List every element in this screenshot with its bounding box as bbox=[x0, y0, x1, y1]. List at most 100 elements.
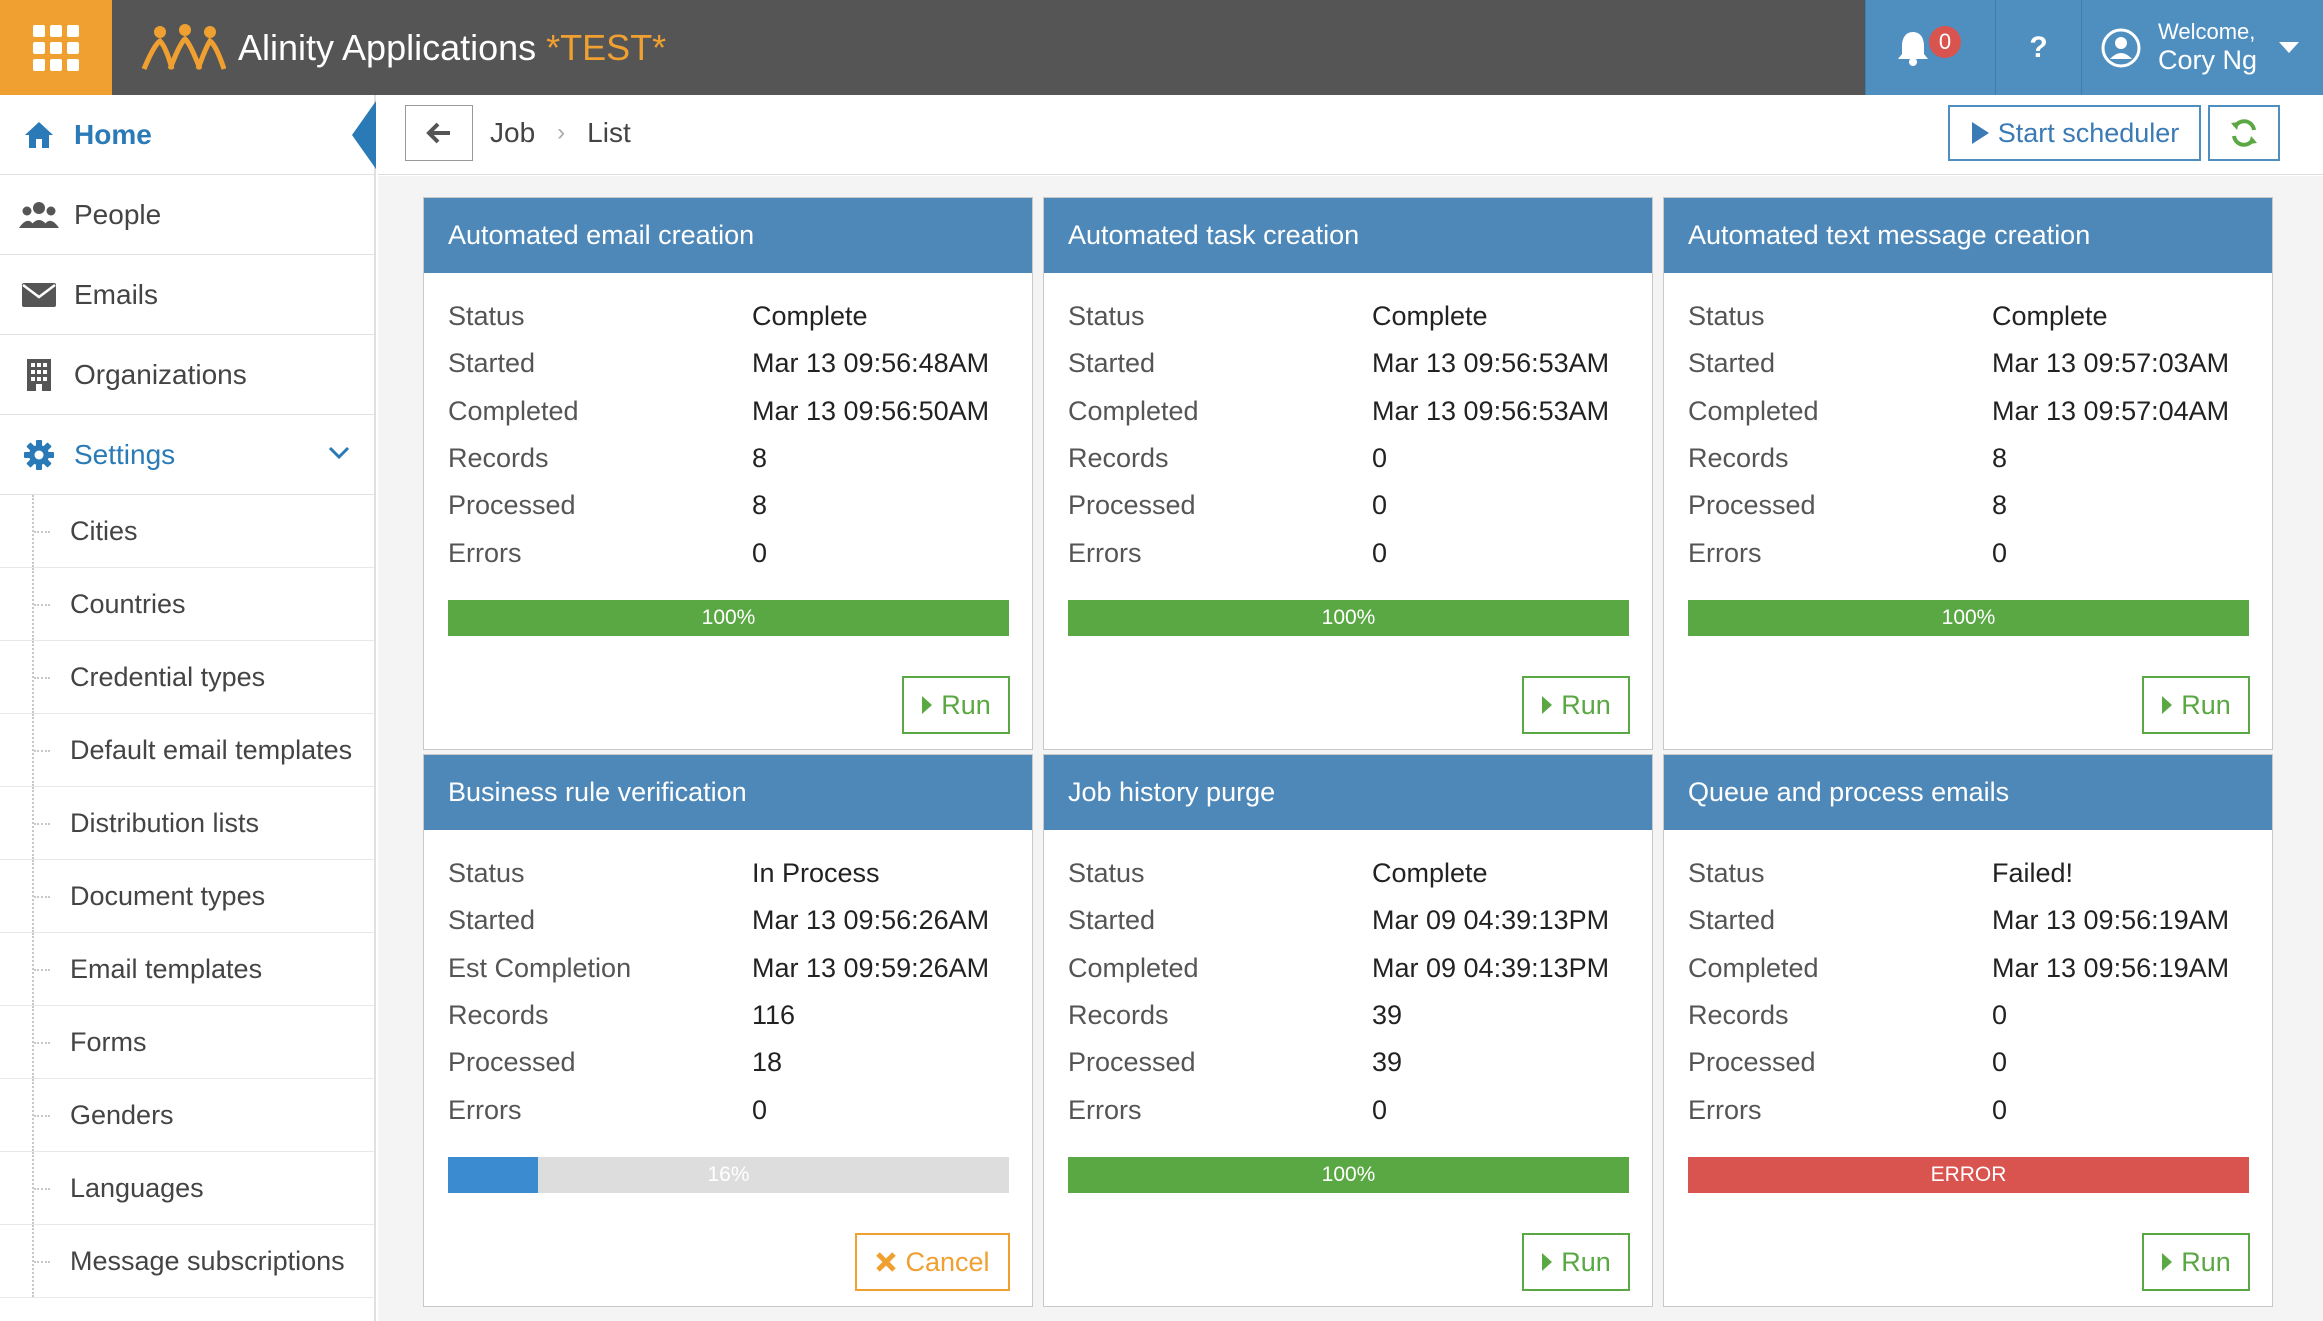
field-label: Started bbox=[1068, 905, 1156, 936]
sidebar: Home People Emails Organizations Setting… bbox=[0, 95, 376, 1321]
sidebar-subitem-genders[interactable]: Genders bbox=[0, 1079, 374, 1152]
job-field: Completed Mar 13 09:56:50AM bbox=[448, 388, 1032, 435]
job-title: Queue and process emails bbox=[1664, 755, 2272, 830]
sidebar-item-people[interactable]: People bbox=[0, 175, 374, 255]
field-value: 0 bbox=[1372, 537, 1388, 568]
field-label: Est Completion bbox=[448, 952, 632, 983]
brand[interactable]: Alinity Applications *TEST* bbox=[140, 0, 666, 95]
welcome-label: Welcome, bbox=[2158, 19, 2256, 45]
building-icon bbox=[4, 358, 74, 392]
run-button[interactable]: Run bbox=[1522, 676, 1630, 734]
sidebar-subitem-languages[interactable]: Languages bbox=[0, 1152, 374, 1225]
sidebar-item-label: Home bbox=[74, 118, 152, 150]
field-label: Processed bbox=[1688, 490, 1816, 521]
refresh-button[interactable] bbox=[2208, 105, 2280, 161]
job-field: Completed Mar 13 09:57:04AM bbox=[1688, 388, 2272, 435]
play-icon bbox=[1542, 1253, 1553, 1271]
run-label: Run bbox=[2181, 1246, 2231, 1277]
start-scheduler-label: Start scheduler bbox=[1997, 117, 2180, 148]
field-label: Status bbox=[1068, 858, 1145, 889]
sidebar-subitem-message-subscriptions[interactable]: Message subscriptions bbox=[0, 1225, 374, 1298]
run-button[interactable]: Run bbox=[2142, 676, 2250, 734]
job-field: Errors 0 bbox=[1688, 1086, 2272, 1133]
field-value: Mar 09 04:39:13PM bbox=[1372, 952, 1610, 983]
bell-icon bbox=[1897, 31, 1928, 66]
job-field: Started Mar 13 09:56:53AM bbox=[1068, 340, 1652, 387]
field-value: Mar 13 09:57:04AM bbox=[1992, 395, 2230, 426]
progress-bar: 100% bbox=[1068, 1157, 1629, 1193]
help-icon: ? bbox=[2029, 30, 2048, 64]
job-field: Errors 0 bbox=[448, 529, 1032, 576]
start-scheduler-button[interactable]: Start scheduler bbox=[1948, 105, 2201, 161]
field-label: Status bbox=[448, 301, 525, 332]
field-label: Status bbox=[1688, 858, 1765, 889]
breadcrumb-list: List bbox=[587, 117, 631, 148]
job-field: Records 0 bbox=[1068, 435, 1652, 482]
job-field: Started Mar 13 09:56:19AM bbox=[1688, 897, 2272, 944]
app-title: Alinity Applications bbox=[238, 26, 537, 68]
sidebar-item-label: People bbox=[74, 198, 162, 230]
sidebar-subitem-default-email-templates[interactable]: Default email templates bbox=[0, 714, 374, 787]
app-launcher-button[interactable] bbox=[0, 0, 112, 95]
sidebar-item-emails[interactable]: Emails bbox=[0, 255, 374, 335]
field-label: Records bbox=[1068, 1000, 1169, 1031]
sidebar-item-home[interactable]: Home bbox=[0, 95, 376, 175]
run-button[interactable]: Run bbox=[902, 676, 1010, 734]
back-button[interactable] bbox=[405, 105, 473, 161]
field-label: Completed bbox=[448, 395, 579, 426]
run-label: Run bbox=[1561, 689, 1611, 720]
sidebar-subitem-countries[interactable]: Countries bbox=[0, 568, 374, 641]
progress-bar: ERROR bbox=[1688, 1157, 2249, 1193]
job-title: Automated task creation bbox=[1044, 198, 1652, 273]
field-label: Records bbox=[1688, 443, 1789, 474]
sidebar-subitem-cities[interactable]: Cities bbox=[0, 495, 374, 568]
user-menu[interactable]: Welcome, Cory Ng bbox=[2081, 0, 2323, 95]
field-label: Errors bbox=[1688, 537, 1762, 568]
sidebar-subitem-credential-types[interactable]: Credential types bbox=[0, 641, 374, 714]
help-button[interactable]: ? bbox=[1995, 0, 2081, 95]
field-label: Records bbox=[448, 1000, 549, 1031]
refresh-icon bbox=[2231, 119, 2257, 147]
field-label: Errors bbox=[1068, 537, 1142, 568]
job-field: Status Complete bbox=[1068, 293, 1652, 340]
notifications-button[interactable]: 0 bbox=[1865, 0, 1995, 95]
field-value: Complete bbox=[752, 301, 868, 332]
run-button[interactable]: Run bbox=[2142, 1233, 2250, 1291]
field-value: 0 bbox=[1372, 443, 1388, 474]
field-value: In Process bbox=[752, 858, 880, 889]
field-value: 0 bbox=[1992, 1047, 2008, 1078]
job-field: Completed Mar 13 09:56:53AM bbox=[1068, 388, 1652, 435]
field-value: 8 bbox=[752, 443, 768, 474]
field-label: Errors bbox=[448, 1094, 522, 1125]
field-label: Status bbox=[1068, 301, 1145, 332]
job-list: Automated email creation Status Complete … bbox=[378, 176, 2323, 1321]
environment-label: *TEST* bbox=[546, 26, 667, 68]
sidebar-subitem-email-templates[interactable]: Email templates bbox=[0, 933, 374, 1006]
run-button[interactable]: Run bbox=[1522, 1233, 1630, 1291]
user-avatar-icon bbox=[2101, 28, 2141, 67]
job-field: Started Mar 13 09:56:48AM bbox=[448, 340, 1032, 387]
progress-label: 100% bbox=[701, 606, 756, 629]
field-label: Errors bbox=[1068, 1094, 1142, 1125]
sidebar-subitem-document-types[interactable]: Document types bbox=[0, 860, 374, 933]
breadcrumb-job[interactable]: Job bbox=[490, 117, 535, 149]
play-icon bbox=[2162, 1253, 2173, 1271]
field-label: Started bbox=[1688, 905, 1776, 936]
progress-label: ERROR bbox=[1930, 1163, 2007, 1186]
field-label: Started bbox=[1688, 348, 1776, 379]
sidebar-item-settings[interactable]: Settings bbox=[0, 415, 374, 495]
field-label: Completed bbox=[1688, 952, 1819, 983]
field-value: Mar 13 09:59:26AM bbox=[752, 952, 990, 983]
sidebar-subitem-distribution-lists[interactable]: Distribution lists bbox=[0, 787, 374, 860]
field-value: 0 bbox=[1992, 1000, 2008, 1031]
home-icon bbox=[4, 120, 74, 150]
progress-label: 100% bbox=[1321, 1163, 1376, 1186]
job-field: Processed 0 bbox=[1068, 482, 1652, 529]
cancel-button[interactable]: Cancel bbox=[855, 1233, 1010, 1291]
sidebar-subitem-forms[interactable]: Forms bbox=[0, 1006, 374, 1079]
field-value: Complete bbox=[1372, 858, 1488, 889]
sidebar-item-organizations[interactable]: Organizations bbox=[0, 335, 374, 415]
field-label: Status bbox=[1688, 301, 1765, 332]
field-value: 0 bbox=[1992, 537, 2008, 568]
job-field: Records 8 bbox=[1688, 435, 2272, 482]
